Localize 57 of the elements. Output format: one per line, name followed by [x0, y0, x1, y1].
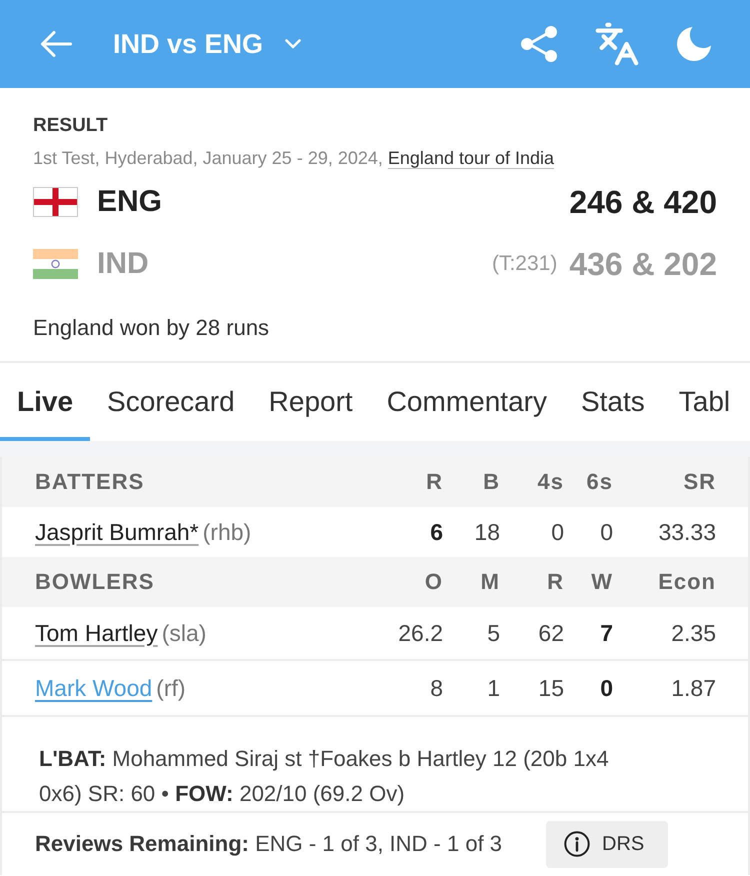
tab[interactable]: Scorecard	[90, 363, 252, 441]
stat-cell: 5	[487, 620, 500, 646]
stat-cell: 33.33	[658, 518, 716, 546]
stat-cell: 0	[600, 674, 613, 702]
column-header: R	[426, 469, 443, 495]
column-header: B	[483, 469, 500, 495]
stat-cell: 1.87	[671, 674, 716, 702]
stat-cell: 1	[487, 674, 500, 702]
player-role: (rf)	[156, 674, 186, 702]
last-batter-info: L'BAT: Mohammed Siraj st †Foakes b Hartley 12 (20b 1x4 0x6) SR: 60 • FOW: 202/10 (69.2 Ov)	[2, 717, 748, 813]
player-link[interactable]: Tom Hartley	[35, 620, 162, 646]
player-role: (rhb)	[202, 518, 252, 546]
tab[interactable]: Tabl	[662, 363, 748, 441]
column-header: 4s	[538, 469, 564, 495]
team-score: 436 & 202	[569, 246, 717, 282]
stat-cell: 18	[474, 518, 500, 546]
stat-cell: 2.35	[671, 620, 716, 646]
dark-mode-moon-icon[interactable]	[676, 26, 712, 62]
team-score: 246 & 420	[569, 184, 717, 220]
tab[interactable]: Stats	[564, 363, 662, 441]
tab[interactable]: Commentary	[370, 363, 564, 441]
team-name: IND	[97, 247, 149, 281]
share-icon[interactable]	[520, 25, 558, 63]
player-role: (sla)	[162, 620, 206, 646]
language-icon[interactable]	[594, 21, 640, 67]
stat-cell: 26.2	[398, 620, 443, 646]
tab[interactable]: Report	[252, 363, 370, 441]
stat-cell: 15	[538, 674, 564, 702]
team-name: ENG	[97, 185, 162, 219]
column-header: 6s	[586, 469, 613, 495]
column-header: M	[480, 569, 500, 595]
column-header: W	[591, 569, 613, 595]
stat-cell: 8	[430, 674, 443, 702]
match-status: RESULT	[33, 114, 109, 138]
chevron-down-icon	[285, 39, 302, 49]
series-link[interactable]: England tour of India	[388, 148, 554, 168]
column-header: O	[424, 569, 443, 595]
section-title: BATTERS	[35, 469, 144, 495]
england-flag-icon	[33, 187, 78, 217]
stat-cell: 7	[600, 620, 613, 646]
stat-cell: 6	[430, 518, 443, 546]
info-icon	[564, 831, 590, 857]
stat-cell: 62	[538, 620, 564, 646]
player-link[interactable]: Jasprit Bumrah*	[35, 518, 203, 546]
column-header: Econ	[658, 569, 716, 595]
stat-cell: 0	[600, 518, 613, 546]
target-score: (T:231)	[492, 252, 558, 276]
back-arrow-icon[interactable]	[40, 30, 72, 58]
section-title: BOWLERS	[35, 569, 154, 595]
match-details: 1st Test, Hyderabad, January 25 - 29, 2024, England tour of India	[33, 147, 556, 170]
column-header: R	[547, 569, 564, 595]
reviews-remaining: Reviews Remaining: ENG - 1 of 3, IND - 1 of 3	[35, 831, 502, 857]
stat-cell: 0	[551, 518, 564, 546]
result-summary: England won by 28 runs	[33, 314, 270, 342]
drs-button[interactable]: DRS	[546, 820, 668, 868]
column-header: SR	[683, 469, 716, 495]
india-flag-icon	[33, 249, 78, 279]
